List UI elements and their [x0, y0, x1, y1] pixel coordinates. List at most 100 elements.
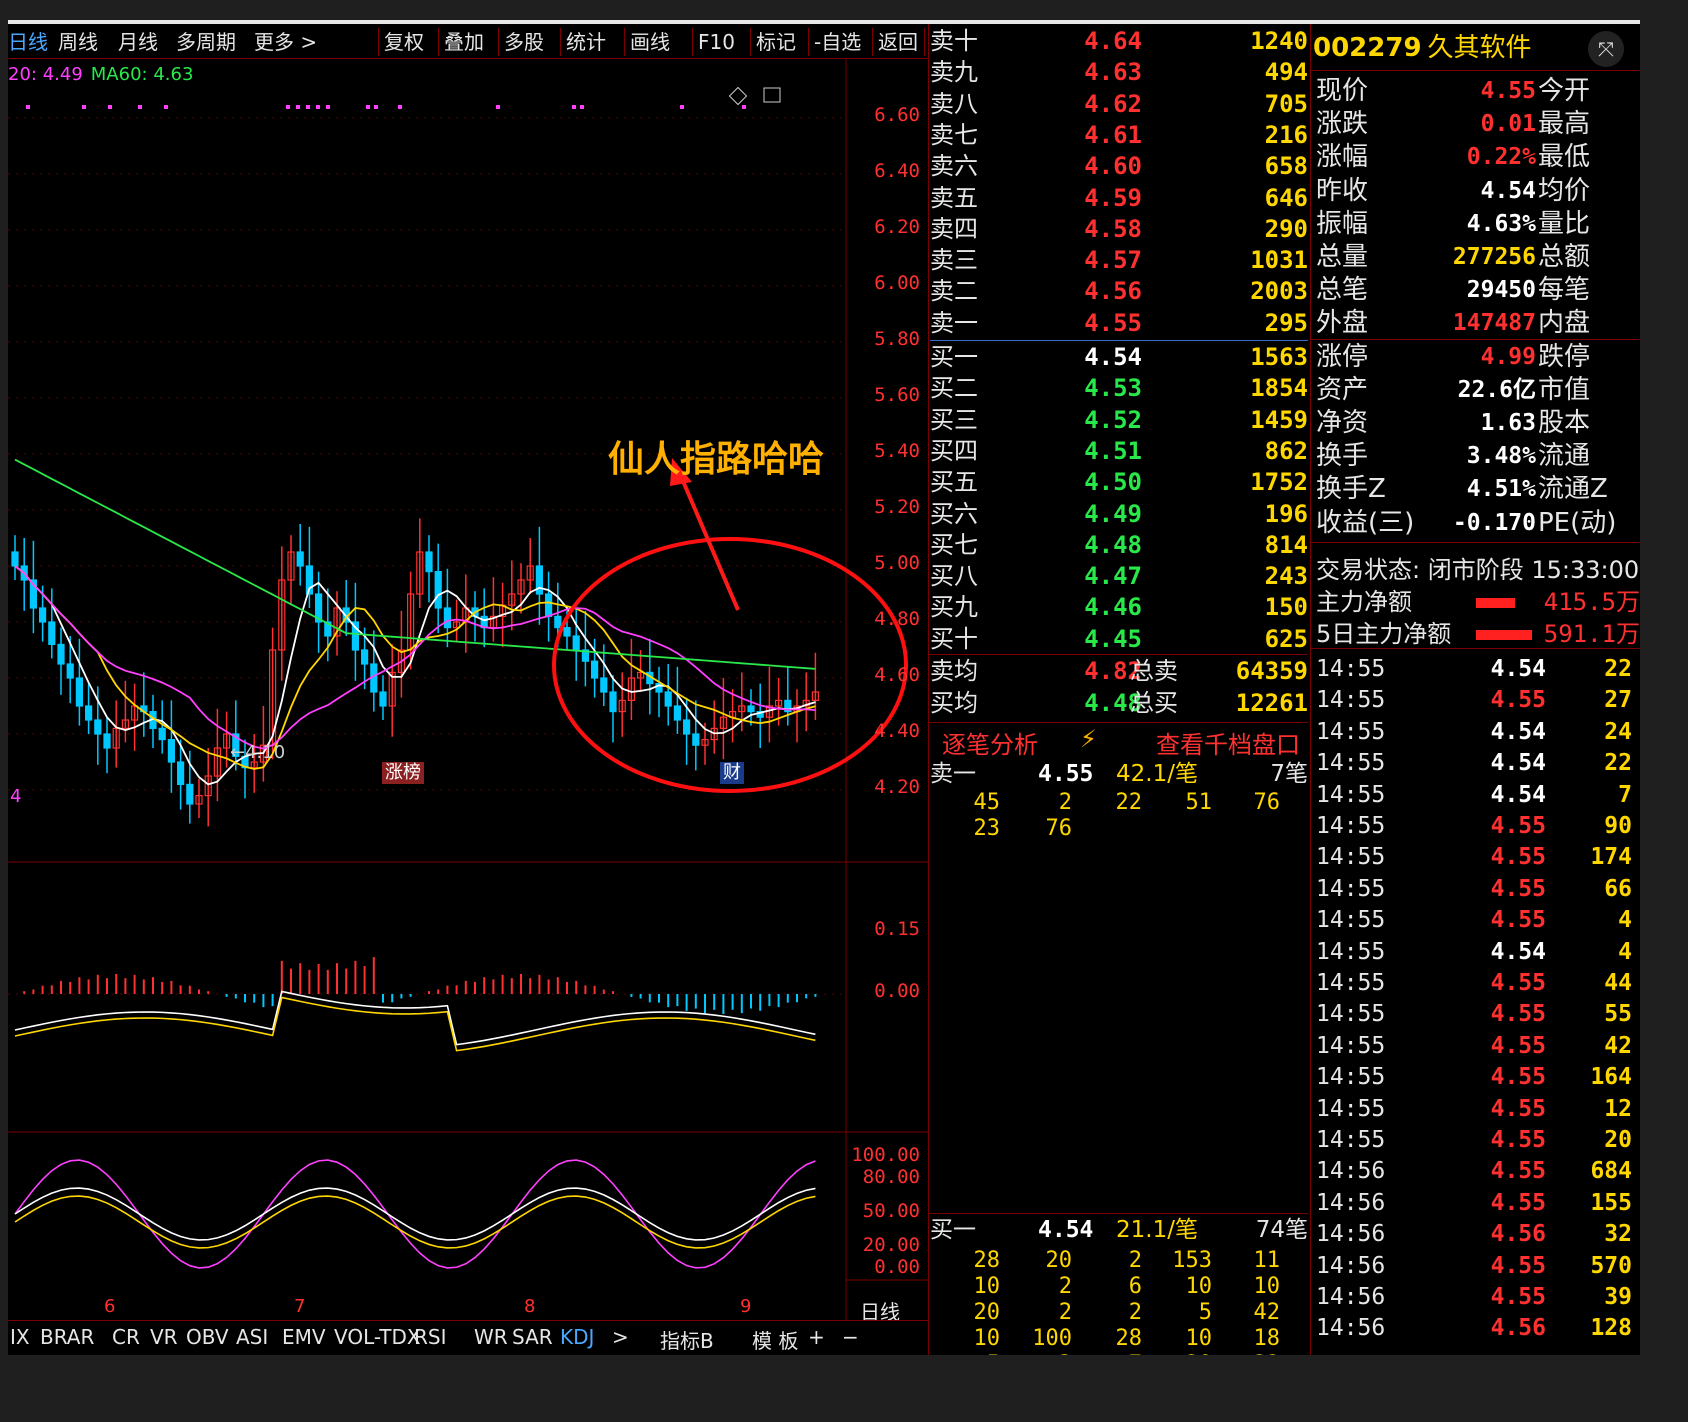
- tick-time: 14:55: [1316, 844, 1386, 871]
- indicator-tab-2[interactable]: CR: [112, 1325, 140, 1349]
- sell-level-row[interactable]: 卖五 4.59 646: [930, 183, 1308, 214]
- level-label: 卖七: [930, 120, 978, 149]
- tick-time: 14:56: [1316, 1189, 1386, 1216]
- signal-dot: [316, 105, 320, 109]
- buy-level-row[interactable]: 买二 4.53 1854: [930, 373, 1308, 404]
- indicator-tab-9[interactable]: WR: [474, 1325, 508, 1349]
- trading-status: 交易状态: 闭市阶段 15:33:00: [1316, 556, 1640, 584]
- buy-level-row[interactable]: 买四 4.51 862: [930, 436, 1308, 467]
- buy-level-row[interactable]: 买五 4.50 1752: [930, 467, 1308, 498]
- tick-price: 4.55: [1490, 1189, 1546, 1216]
- quote-row: 涨停 4.99 跌停: [1316, 342, 1640, 373]
- buy-level-row[interactable]: 买七 4.48 814: [930, 530, 1308, 561]
- indicator-tab-0[interactable]: IX: [10, 1325, 30, 1349]
- signal-dot: [374, 105, 378, 109]
- tick-time: 14:55: [1316, 687, 1386, 714]
- close-icon[interactable]: ⤧: [1588, 31, 1624, 67]
- queue-buy-label: 买一: [930, 1217, 976, 1243]
- stock-code: 002279: [1313, 33, 1422, 63]
- buy-level-row[interactable]: 买三 4.52 1459: [930, 405, 1308, 436]
- buy-level-row[interactable]: 买一 4.54 1563: [930, 342, 1308, 373]
- level-price: 4.61: [1084, 120, 1142, 149]
- indicator-tab-5[interactable]: ASI: [236, 1325, 268, 1349]
- sell-level-row[interactable]: 卖二 4.56 2003: [930, 276, 1308, 307]
- tick-volume: 20: [1604, 1127, 1632, 1153]
- buy-level-row[interactable]: 买九 4.46 150: [930, 592, 1308, 623]
- queue-buy-count: 74笔: [1255, 1217, 1308, 1243]
- indicator-tab-15[interactable]: +: [808, 1325, 825, 1349]
- sell-level-row[interactable]: 卖九 4.63 494: [930, 57, 1308, 88]
- quote-row: 资产 22.6亿 市值: [1316, 375, 1640, 406]
- sell-level-row[interactable]: 卖七 4.61 216: [930, 120, 1308, 151]
- quote-key-2: 股本: [1538, 408, 1591, 438]
- quote-row: 涨幅 0.22% 最低: [1316, 142, 1640, 173]
- indicator-tab-14[interactable]: 模 板: [752, 1325, 798, 1354]
- quote-row: 外盘 147487 内盘: [1316, 308, 1640, 339]
- candle-body: [158, 727, 166, 741]
- level-price: 4.53: [1084, 374, 1142, 403]
- indicator-tab-6[interactable]: EMV: [282, 1325, 326, 1349]
- candle-body: [554, 615, 562, 629]
- sell-total-label: 总卖: [1130, 657, 1178, 685]
- sell-level-row[interactable]: 卖六 4.60 658: [930, 151, 1308, 182]
- level-price: 4.52: [1084, 405, 1142, 434]
- zhangbang-tag[interactable]: 涨榜: [382, 762, 424, 784]
- thousand-book-link[interactable]: 查看千档盘口: [1156, 725, 1300, 760]
- indicator-tab-11[interactable]: KDJ: [560, 1325, 594, 1349]
- level-price: 4.59: [1084, 183, 1142, 212]
- sell-level-row[interactable]: 卖八 4.62 705: [930, 89, 1308, 120]
- tick-time: 14:55: [1316, 1127, 1386, 1153]
- finance-tag[interactable]: 财: [720, 762, 744, 784]
- queue-row: 10 2 6 10 10: [930, 1274, 1308, 1300]
- indicator-tab-13[interactable]: 指标B: [660, 1325, 714, 1354]
- quote-key: 涨停: [1316, 341, 1369, 372]
- tick-row: 14:55 4.55 42: [1316, 1031, 1632, 1062]
- indicator-tab-4[interactable]: OBV: [186, 1325, 229, 1349]
- candle-body: [682, 719, 691, 735]
- sell-level-row[interactable]: 卖三 4.57 1031: [930, 245, 1308, 276]
- level-volume: 243: [1264, 562, 1308, 591]
- kline-chart[interactable]: [8, 20, 928, 1320]
- indicator-tab-1[interactable]: BRAR: [40, 1325, 94, 1349]
- indicator-tab-16[interactable]: −: [842, 1325, 859, 1349]
- indicator-tab-10[interactable]: SAR: [512, 1325, 553, 1349]
- indicator-tab-8[interactable]: RSI: [414, 1325, 447, 1349]
- buy-total: 12261: [1235, 689, 1308, 717]
- quote-key: 换手Z: [1316, 474, 1386, 505]
- sell-level-row[interactable]: 卖一 4.55 295: [930, 308, 1308, 339]
- indicator-tab-3[interactable]: VR: [150, 1325, 178, 1349]
- candle-body: [75, 677, 84, 707]
- sell-level-row[interactable]: 卖十 4.64 1240: [930, 26, 1308, 57]
- queue-cell: 2: [1128, 1300, 1142, 1325]
- sell-level-row[interactable]: 卖四 4.58 290: [930, 214, 1308, 245]
- tick-volume: 66: [1604, 875, 1632, 902]
- indicator-tab-12[interactable]: >: [612, 1325, 629, 1349]
- quote-row: 换手 3.48% 流通: [1316, 441, 1640, 472]
- candle-body: [167, 738, 175, 763]
- signal-dot: [496, 105, 500, 109]
- flow-value: 591.1万: [1543, 620, 1640, 648]
- tick-time: 14:55: [1316, 813, 1386, 839]
- signal-dot: [680, 105, 684, 109]
- signal-dot: [306, 105, 310, 109]
- indicator-tab-7[interactable]: VOL-TDX: [334, 1325, 421, 1349]
- tick-price: 4.54: [1490, 938, 1546, 965]
- candle-body: [563, 626, 571, 637]
- trade-analysis-link[interactable]: 逐笔分析: [942, 725, 1038, 760]
- tick-volume: 12: [1604, 1095, 1632, 1122]
- level-label: 卖九: [930, 58, 978, 87]
- level-volume: 295: [1264, 308, 1308, 337]
- tick-row: 14:55 4.55 27: [1316, 685, 1632, 716]
- level-volume: 625: [1264, 624, 1308, 653]
- buy-level-row[interactable]: 买八 4.47 243: [930, 561, 1308, 592]
- buy-level-row[interactable]: 买十 4.45 625: [930, 624, 1308, 655]
- level-price: 4.48: [1084, 530, 1142, 559]
- buy-average-row: 买均 4.48 总买 12261: [930, 688, 1308, 719]
- buy-level-row[interactable]: 买六 4.49 196: [930, 499, 1308, 530]
- queue-cell: 51: [1185, 790, 1213, 815]
- quote-key: 现价: [1316, 76, 1369, 106]
- queue-row: 23 76: [930, 816, 1308, 842]
- quote-key-2: 量比: [1538, 208, 1591, 239]
- queue-cell: 28: [1115, 1326, 1143, 1351]
- queue-cell: 11: [1253, 1248, 1281, 1273]
